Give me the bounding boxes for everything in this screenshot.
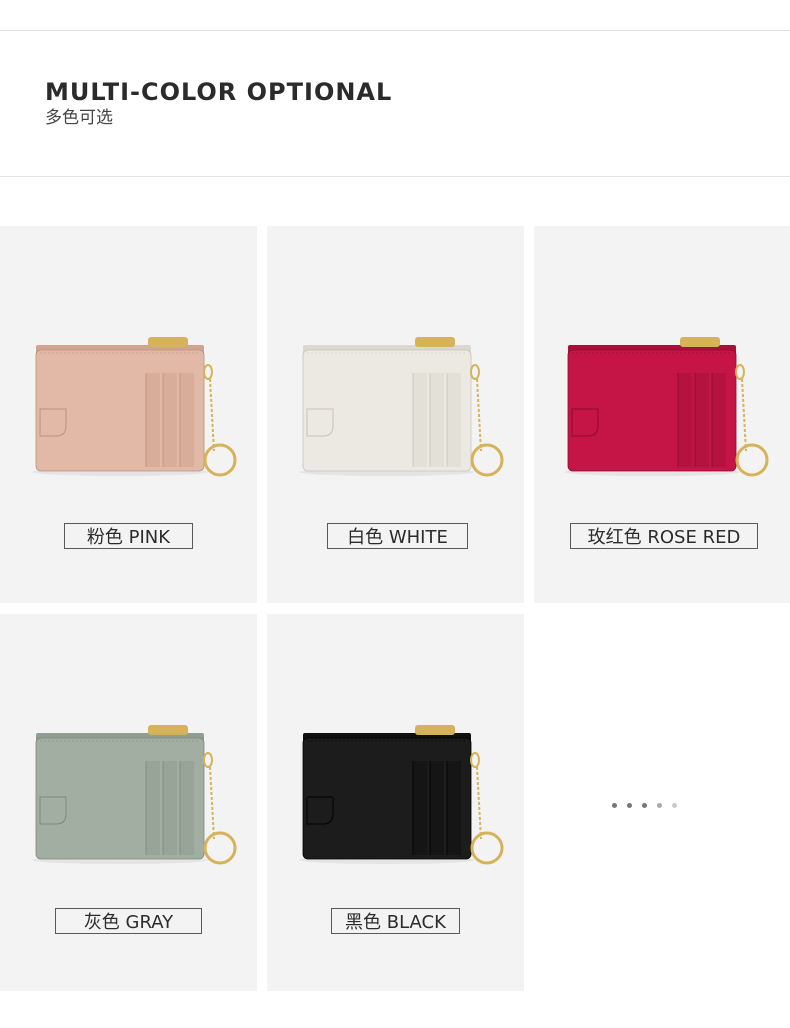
color-label-white: 白色 WHITE [327,523,468,549]
color-option-rose-red[interactable]: 玫红色 ROSE RED [534,226,790,603]
heading-divider [0,176,790,177]
color-option-black[interactable]: 黑色 BLACK [267,614,524,991]
color-label-pink: 粉色 PINK [64,523,193,549]
section-subtitle: 多色可选 [45,108,113,128]
wallet-image-black [299,725,504,865]
section-heading: MULTI-COLOR OPTIONAL 多色可选 [45,78,392,129]
carousel-dots [612,803,677,808]
carousel-dot[interactable] [672,803,677,808]
wallet-image-gray [32,725,237,865]
color-option-white[interactable]: 白色 WHITE [267,226,524,603]
carousel-dot[interactable] [642,803,647,808]
color-label-gray: 灰色 GRAY [55,908,202,934]
color-label-rose-red: 玫红色 ROSE RED [570,523,758,549]
color-option-pink[interactable]: 粉色 PINK [0,226,257,603]
color-option-gray[interactable]: 灰色 GRAY [0,614,257,991]
carousel-dot[interactable] [612,803,617,808]
top-divider [0,30,790,31]
color-label-black: 黑色 BLACK [331,908,460,934]
carousel-dot[interactable] [627,803,632,808]
carousel-dot[interactable] [657,803,662,808]
section-title: MULTI-COLOR OPTIONAL [45,78,393,106]
